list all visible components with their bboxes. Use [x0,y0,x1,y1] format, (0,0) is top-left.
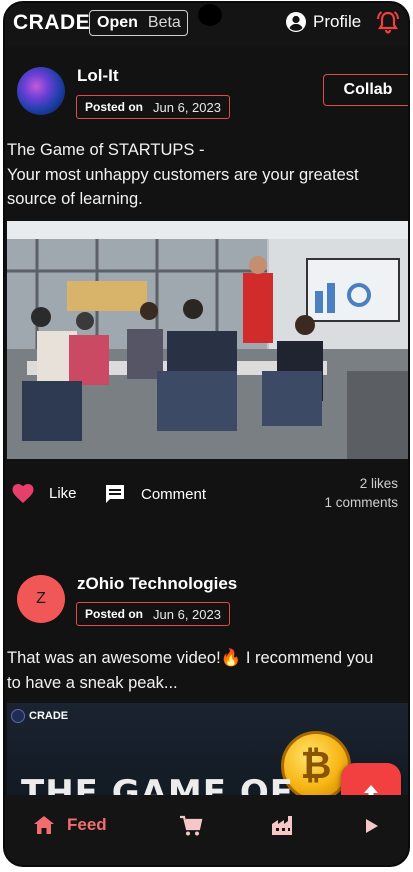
like-label: Like [49,484,77,502]
post-text-line: Your most unhappy customers are your gre… [7,165,359,184]
posted-on-badge: Posted on Jun 6, 2023 [76,602,230,626]
like-button[interactable]: Like [11,482,77,504]
post-date: Jun 6, 2023 [153,606,221,622]
author-avatar[interactable]: Z [17,575,65,623]
likes-count[interactable]: 2 likes [324,474,398,493]
play-icon [366,819,378,833]
posted-on-label: Posted on [85,607,144,621]
app-logo: CRADE [13,11,91,34]
profile-label: Profile [313,12,362,31]
post-text-line: The Game of STARTUPS - [7,141,205,159]
post-stats: 2 likes 1 comments [324,474,398,512]
cart-icon [180,815,203,836]
video-logo: CRADE [11,709,68,723]
feed: Lol-It Posted on Jun 6, 2023 Collab The … [5,47,408,817]
profile-button[interactable]: Profile [285,11,361,33]
phone-frame: Lol-It Posted on Jun 6, 2023 Collab The … [3,1,410,867]
factory-icon [272,816,292,835]
post-author[interactable]: Lol-It [77,66,119,86]
heart-icon [12,484,34,503]
post-text-line: That was an awesome video!🔥 I recommend … [7,649,374,667]
post-actions: Like Comment 2 likes 1 comments [5,472,408,522]
post-date: Jun 6, 2023 [153,99,221,115]
author-avatar[interactable] [17,67,65,115]
post-author[interactable]: zOhio Technologies [77,574,237,594]
account-circle-icon [286,12,306,32]
comment-button[interactable]: Comment [103,482,206,506]
comment-label: Comment [141,485,207,503]
video-logo-text: CRADE [29,709,69,722]
collab-button[interactable]: Collab [323,74,408,106]
post-text: That was an awesome video!🔥 I recommend … [7,646,408,695]
nav-factory[interactable] [271,815,295,837]
bottom-nav: Feed [5,795,408,865]
post-text-line: to have a sneak peak... [7,673,178,692]
mode-beta[interactable]: Beta [148,14,181,32]
post-text: The Game of STARTUPS - Your most unhappy… [7,138,408,212]
comments-count[interactable]: 1 comments [324,493,398,512]
nav-play[interactable] [365,818,379,834]
mode-toggle[interactable]: Open Beta [89,10,188,36]
post-text-line: source of learning. [7,190,143,208]
camera-notch [198,4,222,26]
comment-icon [106,485,124,503]
notification-bell-icon[interactable] [375,10,401,36]
crade-logo-icon [11,709,25,723]
nav-cart[interactable] [179,815,203,837]
mode-open[interactable]: Open [97,14,138,32]
nav-feed[interactable]: Feed [33,815,107,835]
nav-feed-label: Feed [67,815,107,834]
post-image[interactable] [7,221,408,459]
home-icon [34,816,54,834]
posted-on-label: Posted on [85,100,144,114]
posted-on-badge: Posted on Jun 6, 2023 [76,95,230,119]
